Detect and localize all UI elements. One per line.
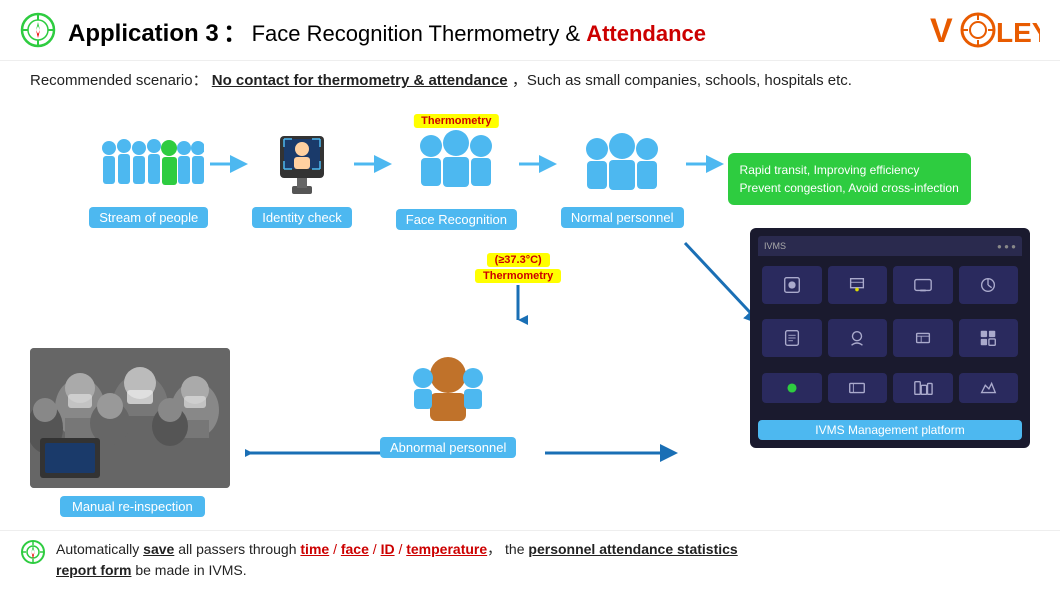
stream-label: Stream of people [89,207,208,228]
ivms-label: IVMS Management platform [758,420,1022,440]
ivms-cell-4 [959,266,1019,304]
ivms-cell-11 [893,373,953,403]
abnormal-label: Abnormal personnel [380,437,516,458]
abnormal-personnel: Abnormal personnel [380,353,516,458]
ivms-cell-9 [762,373,822,403]
stream-of-people: Stream of people [89,131,208,228]
face-recognition-label: Face Recognition [396,209,517,230]
ivms-cell-3 [893,266,953,304]
identity-check: Identity check [252,131,352,228]
scenario-bar: Recommended scenario： No contact for the… [0,61,1060,98]
arrow-1 [210,154,250,174]
arrow-4 [686,154,726,174]
ivms-cell-2 [828,266,888,304]
footer-text: Automatically save all passers through t… [56,539,738,581]
ivms-cell-8 [959,319,1019,357]
ivms-platform: IVMS ● ● ● [750,228,1030,448]
top-flow: Stream of people [20,128,1040,230]
normal-label: Normal personnel [561,207,684,228]
ivms-cell-10 [828,373,888,403]
temp-label: (≥37.3°C) [487,253,550,267]
header: Application 3 ： Face Recognition Thermom… [0,0,1060,61]
diagram: Stream of people [0,98,1060,538]
ivms-cell-6 [828,319,888,357]
right-arrow [545,443,685,468]
ivms-cell-12 [959,373,1019,403]
svg-text:V: V [930,12,953,50]
down-arrow-thermo: (≥37.3°C) Thermometry [475,253,561,325]
compass-icon [20,12,56,48]
thermometry-badge-top: Thermometry [414,114,498,128]
ivms-cell-5 [762,319,822,357]
manual-label: Manual re-inspection [60,496,205,517]
normal-personnel: Normal personnel [561,131,684,228]
benefits-box: Rapid transit, Improving efficiency Prev… [728,153,971,205]
photo-inspection [30,348,230,488]
face-recognition: Thermometry Face Recognition [396,128,517,230]
left-arrow [245,443,395,468]
arrow-2 [354,154,394,174]
ivms-cell-1 [762,266,822,304]
page-title: Application 3 ： Face Recognition Thermom… [68,13,706,48]
arrow-3 [519,154,559,174]
footer-compass-icon [20,539,46,565]
footer: Automatically save all passers through t… [0,530,1060,589]
svg-text:LEY: LEY [996,17,1040,48]
identity-label: Identity check [252,207,352,228]
thermometry-badge-down: Thermometry [475,269,561,283]
ivms-header-bar: IVMS ● ● ● [758,236,1022,256]
ivms-cell-7 [893,319,953,357]
ivms-grid [758,262,1022,416]
logo: V LEY [930,10,1040,50]
